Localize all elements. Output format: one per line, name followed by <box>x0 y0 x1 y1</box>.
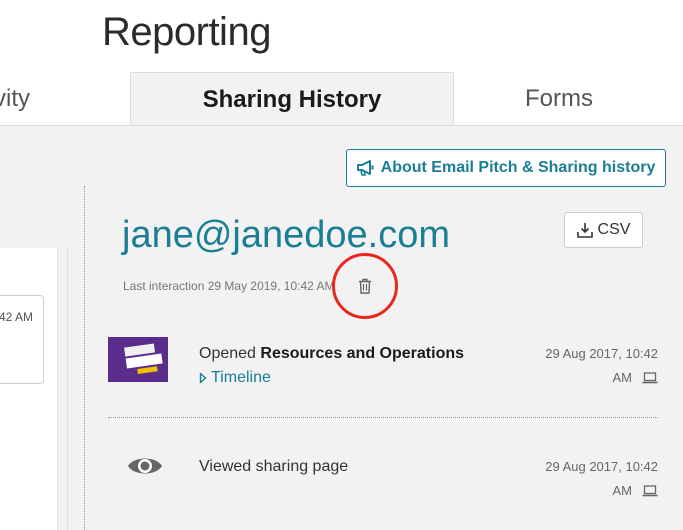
left-panel <box>0 248 57 530</box>
timeline-link[interactable]: Timeline <box>199 369 271 387</box>
laptop-icon <box>642 485 658 497</box>
caret-right-icon <box>199 372 207 384</box>
activity-prefix: Opened <box>199 345 261 362</box>
timestamp-ampm: AM <box>612 370 633 385</box>
panel-divider <box>84 186 85 530</box>
about-email-pitch-button[interactable]: About Email Pitch & Sharing history <box>346 149 666 187</box>
about-button-label: About Email Pitch & Sharing history <box>380 159 656 176</box>
left-card-time: 42 AM <box>0 310 33 324</box>
activity-timestamp: 29 Aug 2017, 10:42 AM <box>528 342 658 390</box>
left-activity-card[interactable]: 42 AM <box>0 295 44 384</box>
timeline-label: Timeline <box>211 369 271 386</box>
contact-email: jane@janedoe.com <box>122 214 451 256</box>
activity-description: Opened Resources and Operations <box>199 345 464 363</box>
page-title: Reporting <box>102 10 271 54</box>
eye-icon <box>128 458 162 474</box>
tab-forms[interactable]: Forms <box>454 72 664 125</box>
document-thumbnail[interactable] <box>108 337 168 382</box>
csv-label: CSV <box>597 221 631 238</box>
download-icon <box>576 223 593 238</box>
last-interaction-text: Last interaction 29 May 2019, 10:42 AM <box>123 279 335 293</box>
left-panel-scrollbar[interactable] <box>57 248 68 530</box>
activity-description: Viewed sharing page <box>199 458 348 476</box>
tab-sharing-history[interactable]: Sharing History <box>130 72 454 126</box>
activity-item-name: Resources and Operations <box>260 345 465 362</box>
tab-activity[interactable]: ctivity <box>0 72 130 125</box>
tab-activity-label: ctivity <box>0 85 30 112</box>
activity-timestamp: 29 Aug 2017, 10:42 AM <box>528 455 658 503</box>
megaphone-icon <box>356 160 374 176</box>
activity-prefix: Viewed sharing page <box>199 458 349 475</box>
activity-separator <box>108 417 658 418</box>
csv-export-button[interactable]: CSV <box>564 212 643 248</box>
timestamp-date: 29 Aug 2017, 10:42 <box>545 346 658 361</box>
timestamp-date: 29 Aug 2017, 10:42 <box>545 459 658 474</box>
highlight-circle <box>332 253 398 319</box>
timestamp-ampm: AM <box>612 483 633 498</box>
laptop-icon <box>642 372 658 384</box>
